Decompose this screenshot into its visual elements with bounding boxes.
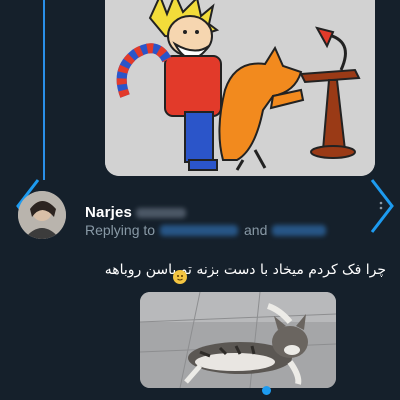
thread-line <box>43 0 45 180</box>
author-handle-redacted <box>136 208 186 218</box>
carousel-indicator-dot <box>262 386 271 395</box>
replying-label: Replying to <box>85 222 156 238</box>
replying-joiner: and <box>244 222 268 238</box>
replied-user-2-redacted[interactable] <box>272 225 326 236</box>
author-name[interactable]: Narjes <box>85 204 132 221</box>
emoji-icon <box>173 270 187 284</box>
replied-user-1-redacted[interactable] <box>160 225 238 236</box>
cartoon-image[interactable] <box>105 0 375 176</box>
bottom-bar <box>0 388 400 400</box>
avatar[interactable] <box>18 191 66 239</box>
cat-photo[interactable] <box>140 292 336 388</box>
tweet-text: چرا فک کردم میخاد با دست بزنه تو باسن رو… <box>104 262 386 278</box>
more-options-icon[interactable] <box>378 200 388 214</box>
